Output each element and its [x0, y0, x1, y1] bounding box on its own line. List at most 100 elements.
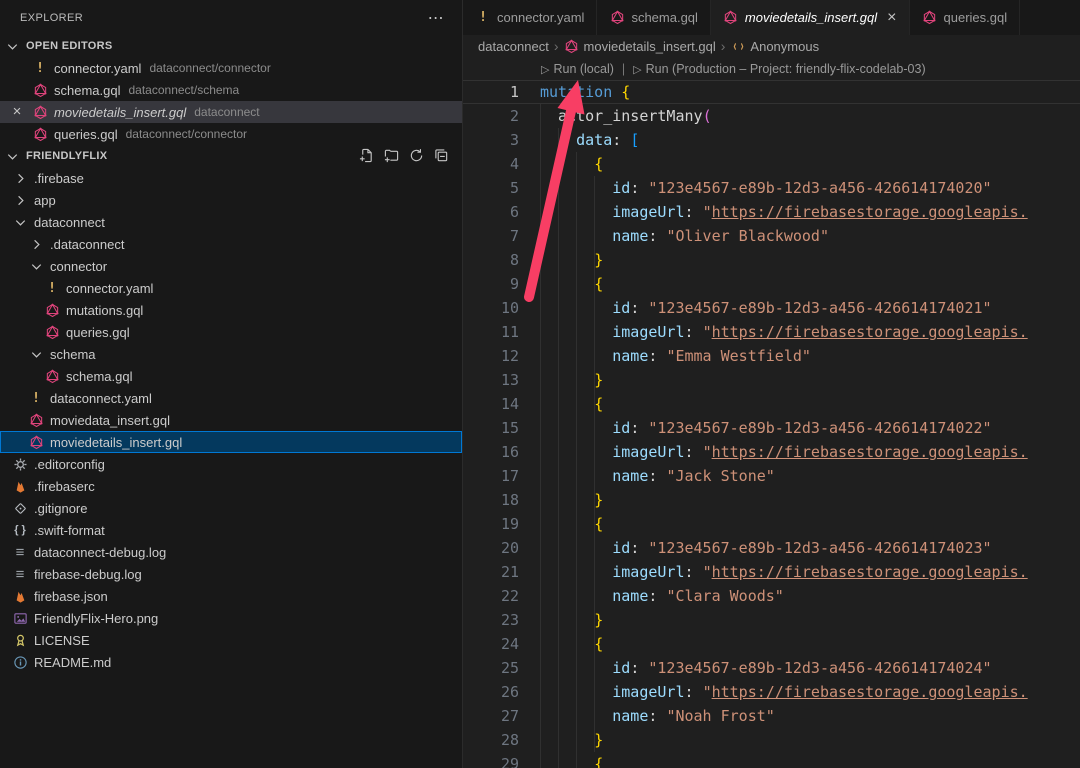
tree-item-LICENSE[interactable]: LICENSE	[0, 629, 462, 651]
line-number: 12	[463, 344, 519, 368]
new-folder-icon[interactable]	[384, 148, 400, 164]
code-line-12: 12 name: "Emma Westfield"	[463, 344, 1080, 368]
code-line-11: 11 imageUrl: "https://firebasestorage.go…	[463, 320, 1080, 344]
tree-item-moviedata_insert.gql[interactable]: moviedata_insert.gql	[0, 409, 462, 431]
tab-schema.gql[interactable]: schema.gql	[597, 0, 710, 35]
close-icon[interactable]: ×	[887, 9, 896, 27]
tree-item-dataconnect.yaml[interactable]: !dataconnect.yaml	[0, 387, 462, 409]
code-line-29: 29 {	[463, 752, 1080, 768]
tree-item-queries.gql[interactable]: queries.gql	[0, 321, 462, 343]
tab-queries.gql[interactable]: queries.gql	[910, 0, 1021, 35]
breadcrumb-dataconnect[interactable]: dataconnect	[478, 39, 549, 54]
tree-item-schema[interactable]: schema	[0, 343, 462, 365]
graphql-icon	[32, 126, 48, 142]
code-line-1: 1mutation {	[463, 80, 1080, 104]
tree-item-firebase.json[interactable]: firebase.json	[0, 585, 462, 607]
tree-item-connector[interactable]: connector	[0, 255, 462, 277]
code-line-22: 22 name: "Clara Woods"	[463, 584, 1080, 608]
graphql-icon	[44, 368, 60, 384]
close-icon[interactable]: ×	[9, 104, 25, 120]
open-editors-title: OPEN EDITORS	[26, 40, 113, 52]
run-local-link[interactable]: ▷ Run (local)	[541, 62, 614, 80]
tree-item-dataconnect-debug.log[interactable]: ≡dataconnect-debug.log	[0, 541, 462, 563]
chevron-down-icon	[28, 258, 44, 274]
explorer-toolbar	[359, 148, 450, 164]
tree-item-.firebase[interactable]: .firebase	[0, 167, 462, 189]
line-number: 13	[463, 368, 519, 392]
chevron-down-icon	[12, 214, 28, 230]
breadcrumb-separator: ›	[554, 38, 559, 54]
line-number: 21	[463, 560, 519, 584]
run-production-link[interactable]: ▷ Run (Production – Project: friendly-fl…	[633, 62, 925, 80]
chevron-right-icon	[12, 192, 28, 208]
tree-item-.firebaserc[interactable]: .firebaserc	[0, 475, 462, 497]
more-actions-icon[interactable]: ⋯	[428, 8, 444, 28]
line-number: 27	[463, 704, 519, 728]
line-number: 16	[463, 440, 519, 464]
code-line-10: 10 id: "123e4567-e89b-12d3-a456-42661417…	[463, 296, 1080, 320]
code-editor[interactable]: ▷ Run (local) | ▷ Run (Production – Proj…	[463, 57, 1080, 768]
code-line-27: 27 name: "Noah Frost"	[463, 704, 1080, 728]
tree-item-.gitignore[interactable]: .gitignore	[0, 497, 462, 519]
tree-item-connector.yaml[interactable]: !connector.yaml	[0, 277, 462, 299]
tab-connector.yaml[interactable]: !connector.yaml	[463, 0, 597, 35]
code-line-26: 26 imageUrl: "https://firebasestorage.go…	[463, 680, 1080, 704]
code-line-8: 8 }	[463, 248, 1080, 272]
code-line-16: 16 imageUrl: "https://firebasestorage.go…	[463, 440, 1080, 464]
tree-item-.editorconfig[interactable]: .editorconfig	[0, 453, 462, 475]
code-line-17: 17 name: "Jack Stone"	[463, 464, 1080, 488]
firebase-icon	[12, 588, 28, 604]
tree-item-dataconnect[interactable]: dataconnect	[0, 211, 462, 233]
graphql-icon	[32, 104, 48, 120]
code-line-19: 19 {	[463, 512, 1080, 536]
new-file-icon[interactable]	[359, 148, 375, 164]
log-icon: ≡	[12, 566, 28, 582]
tree-item-README.md[interactable]: README.md	[0, 651, 462, 673]
line-number: 22	[463, 584, 519, 608]
chevron-down-icon	[28, 346, 44, 362]
tree-item-schema.gql[interactable]: schema.gql	[0, 365, 462, 387]
code-line-4: 4 {	[463, 152, 1080, 176]
vscode-window: EXPLORER ⋯ OPEN EDITORS !connector.yamld…	[0, 0, 1080, 768]
chevron-right-icon	[28, 236, 44, 252]
line-number: 28	[463, 728, 519, 752]
line-number: 5	[463, 176, 519, 200]
open-editor-queries.gql[interactable]: queries.gqldataconnect/connector	[0, 123, 462, 145]
line-number: 8	[463, 248, 519, 272]
graphql-icon	[44, 324, 60, 340]
line-number: 14	[463, 392, 519, 416]
open-editor-schema.gql[interactable]: schema.gqldataconnect/schema	[0, 79, 462, 101]
tree-item-.dataconnect[interactable]: .dataconnect	[0, 233, 462, 255]
tree-item-FriendlyFlix-Hero.png[interactable]: FriendlyFlix-Hero.png	[0, 607, 462, 629]
tree-item-moviedetails_insert.gql[interactable]: moviedetails_insert.gql	[0, 431, 462, 453]
breadcrumb-moviedetails_insert.gql[interactable]: moviedetails_insert.gql	[564, 38, 716, 54]
project-section-header[interactable]: FRIENDLYFLIX	[0, 145, 462, 167]
collapse-all-icon[interactable]	[434, 148, 450, 164]
info-icon	[12, 654, 28, 670]
tab-moviedetails_insert.gql[interactable]: moviedetails_insert.gql×	[711, 0, 910, 35]
tree-item-mutations.gql[interactable]: mutations.gql	[0, 299, 462, 321]
code-content: 1mutation {2 actor_insertMany(3 data: [4…	[463, 80, 1080, 768]
open-editor-connector.yaml[interactable]: !connector.yamldataconnect/connector	[0, 57, 462, 79]
chevron-down-icon	[4, 38, 20, 54]
tree-item-.swift-format[interactable]: { }.swift-format	[0, 519, 462, 541]
refresh-icon[interactable]	[409, 148, 425, 164]
firebase-icon	[12, 478, 28, 494]
tree-item-firebase-debug.log[interactable]: ≡firebase-debug.log	[0, 563, 462, 585]
line-number: 3	[463, 128, 519, 152]
code-line-6: 6 imageUrl: "https://firebasestorage.goo…	[463, 200, 1080, 224]
open-editors-section-header[interactable]: OPEN EDITORS	[0, 35, 462, 57]
code-line-3: 3 data: [	[463, 128, 1080, 152]
code-line-25: 25 id: "123e4567-e89b-12d3-a456-42661417…	[463, 656, 1080, 680]
line-number: 19	[463, 512, 519, 536]
tree-item-app[interactable]: app	[0, 189, 462, 211]
tab-bar: !connector.yamlschema.gqlmoviedetails_in…	[463, 0, 1080, 35]
explorer-sidebar: EXPLORER ⋯ OPEN EDITORS !connector.yamld…	[0, 0, 463, 768]
play-icon: ▷	[633, 63, 641, 76]
open-editor-moviedetails_insert.gql[interactable]: ×moviedetails_insert.gqldataconnect	[0, 101, 462, 123]
yaml-icon: !	[32, 60, 48, 76]
explorer-header: EXPLORER ⋯	[0, 0, 462, 35]
graphql-icon	[28, 412, 44, 428]
breadcrumb-Anonymous[interactable]: Anonymous	[730, 38, 819, 54]
code-line-18: 18 }	[463, 488, 1080, 512]
